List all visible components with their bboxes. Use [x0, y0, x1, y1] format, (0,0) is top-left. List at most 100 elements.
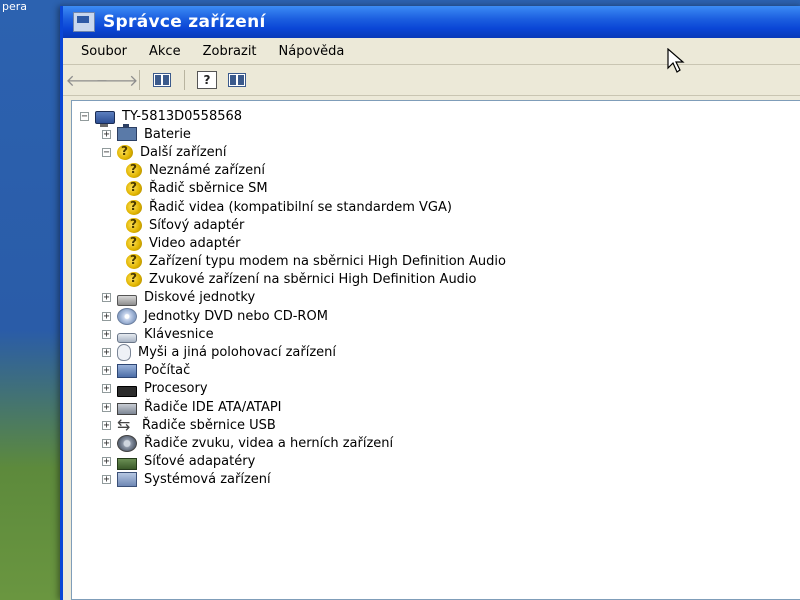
warning-device-icon	[126, 271, 142, 288]
disk-icon	[117, 295, 137, 307]
window-title: Správce zařízení	[103, 12, 266, 32]
tree-child-item[interactable]: Řadič sběrnice SM	[80, 180, 508, 198]
expand-toggle[interactable]: +	[102, 348, 111, 358]
device-manager-icon	[73, 12, 95, 32]
tree-child-label: Řadič sběrnice SM	[149, 181, 268, 197]
warning-device-icon	[126, 253, 142, 270]
tree-child-item[interactable]: Síťový adaptér	[80, 216, 508, 234]
expand-toggle[interactable]: +	[102, 293, 111, 303]
tree-item-label: Diskové jednotky	[144, 290, 256, 306]
title-bar[interactable]: Správce zařízení	[63, 6, 800, 38]
tree-item-label: Další zařízení	[140, 144, 227, 160]
forward-arrow-icon: 🡒	[95, 71, 139, 90]
tree-item-systemova-zarizeni[interactable]: + Systémová zařízení	[80, 471, 508, 489]
collapse-toggle[interactable]: −	[102, 147, 111, 157]
device-tree: − TY-5813D0558568 + Baterie − Další zaří…	[80, 107, 508, 489]
warning-device-icon	[117, 144, 133, 160]
tree-item-radice-usb[interactable]: + Řadiče sběrnice USB	[80, 415, 508, 434]
device-tree-pane[interactable]: − TY-5813D0558568 + Baterie − Další zaří…	[71, 100, 800, 600]
tree-child-item[interactable]: Zvukové zařízení na sběrnici High Defini…	[80, 271, 508, 289]
expand-toggle[interactable]: +	[102, 475, 111, 485]
menu-zobrazit[interactable]: Zobrazit	[193, 41, 269, 62]
expand-toggle[interactable]: +	[102, 420, 111, 430]
tree-item-pocitac[interactable]: + Počítač	[80, 362, 508, 380]
tree-item-dvd[interactable]: + Jednotky DVD nebo CD-ROM	[80, 307, 508, 325]
tree-root-label: TY-5813D0558568	[122, 108, 243, 124]
desktop-icon-label[interactable]: pera	[2, 0, 27, 13]
tree-item-radice-zvuku[interactable]: + Řadiče zvuku, videa a herních zařízení	[80, 434, 508, 452]
tree-item-klavesnice[interactable]: + Klávesnice	[80, 325, 508, 344]
tree-item-label: Síťové adapatéry	[144, 454, 256, 470]
device-manager-window: Správce zařízení Soubor Akce Zobrazit Ná…	[60, 6, 800, 600]
tree-item-label: Řadiče zvuku, videa a herních zařízení	[144, 435, 394, 451]
toolbar-separator	[139, 70, 140, 90]
help-button[interactable]: ?	[195, 69, 219, 91]
warning-device-icon	[126, 217, 142, 233]
expand-toggle[interactable]: +	[102, 384, 111, 394]
properties-icon	[153, 73, 171, 87]
tree-item-label: Klávesnice	[144, 326, 214, 342]
tree-child-label: Video adaptér	[149, 235, 241, 251]
expand-toggle[interactable]: +	[102, 366, 111, 376]
sound-icon	[117, 434, 137, 452]
warning-device-icon	[126, 162, 142, 179]
collapse-toggle[interactable]: −	[80, 111, 89, 121]
expand-toggle[interactable]: +	[102, 438, 111, 448]
tree-item-radice-ide[interactable]: + Řadiče IDE ATA/ATAPI	[80, 398, 508, 416]
tree-item-label: Myši a jiná polohovací zařízení	[138, 345, 337, 361]
tree-item-label: Baterie	[144, 126, 191, 142]
tree-item-label: Systémová zařízení	[144, 472, 271, 488]
forward-button[interactable]: 🡒	[96, 69, 139, 91]
tree-item-label: Procesory	[144, 381, 208, 397]
view-icon	[228, 73, 246, 87]
system-icon	[117, 472, 137, 488]
tree-item-diskove-jednotky[interactable]: + Diskové jednotky	[80, 289, 508, 307]
tree-item-dalsi-zarizeni[interactable]: − Další zařízení	[80, 143, 508, 161]
expand-toggle[interactable]: +	[102, 311, 111, 321]
cpu-icon	[117, 386, 137, 398]
expand-toggle[interactable]: +	[102, 129, 111, 139]
warning-device-icon	[126, 235, 142, 251]
battery-icon	[117, 124, 137, 142]
toolbar-separator	[184, 70, 185, 90]
tree-item-sitove-adaptery[interactable]: + Síťové adapatéry	[80, 453, 508, 471]
menu-soubor[interactable]: Soubor	[71, 41, 139, 62]
usb-icon	[117, 415, 135, 434]
help-icon: ?	[197, 71, 217, 89]
tree-child-item[interactable]: Neznámé zařízení	[80, 162, 508, 180]
properties-button[interactable]	[150, 69, 174, 91]
expand-toggle[interactable]: +	[102, 329, 111, 339]
tree-child-label: Zvukové zařízení na sběrnici High Defini…	[149, 272, 477, 288]
computer-icon	[95, 110, 115, 127]
network-icon	[117, 457, 137, 470]
pc-icon	[117, 363, 137, 378]
menu-akce[interactable]: Akce	[139, 41, 193, 62]
menu-napoveda[interactable]: Nápověda	[269, 41, 357, 62]
tree-item-label: Řadiče IDE ATA/ATAPI	[144, 399, 282, 415]
tree-item-baterie[interactable]: + Baterie	[80, 124, 508, 143]
ide-icon	[117, 403, 137, 416]
toolbar: 🡐 🡒 ?	[63, 65, 800, 96]
tree-child-label: Neznámé zařízení	[149, 163, 265, 179]
view-button[interactable]	[225, 69, 249, 91]
tree-item-label: Počítač	[144, 363, 191, 379]
mouse-icon	[117, 344, 131, 362]
menu-bar: Soubor Akce Zobrazit Nápověda	[63, 38, 800, 65]
tree-item-label: Řadiče sběrnice USB	[142, 417, 276, 433]
keyboard-icon	[117, 333, 137, 344]
warning-device-icon	[126, 199, 142, 215]
tree-child-label: Řadič videa (kompatibilní se standardem …	[149, 199, 452, 215]
tree-child-label: Síťový adaptér	[149, 217, 245, 233]
tree-child-item[interactable]: Řadič videa (kompatibilní se standardem …	[80, 198, 508, 216]
tree-child-item[interactable]: Zařízení typu modem na sběrnici High Def…	[80, 253, 508, 271]
tree-item-procesory[interactable]: + Procesory	[80, 380, 508, 398]
tree-item-label: Jednotky DVD nebo CD-ROM	[144, 308, 328, 324]
tree-item-mysi[interactable]: + Myši a jiná polohovací zařízení	[80, 343, 508, 362]
tree-root[interactable]: − TY-5813D0558568	[80, 107, 508, 127]
tree-child-label: Zařízení typu modem na sběrnici High Def…	[149, 254, 506, 270]
warning-device-icon	[126, 180, 142, 197]
expand-toggle[interactable]: +	[102, 402, 111, 412]
expand-toggle[interactable]: +	[102, 457, 111, 467]
tree-child-item[interactable]: Video adaptér	[80, 234, 508, 252]
dvd-icon	[117, 307, 137, 325]
